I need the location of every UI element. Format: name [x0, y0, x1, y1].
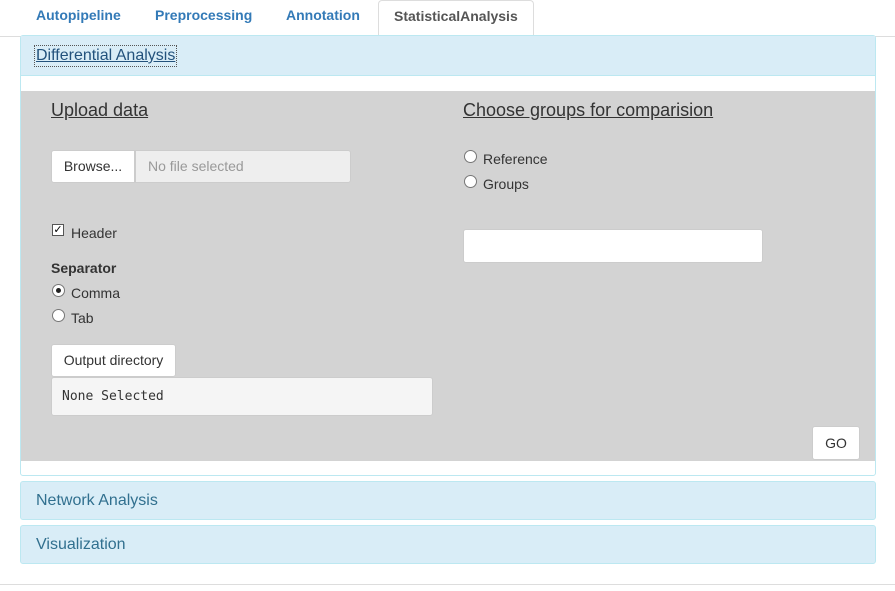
separator-comma-radio[interactable]: [52, 284, 65, 297]
visualization-toggle[interactable]: Visualization: [36, 536, 126, 554]
tab-autopipeline[interactable]: Autopipeline: [36, 0, 121, 36]
groups-radio[interactable]: [464, 175, 477, 188]
groups-text-input[interactable]: [463, 229, 763, 263]
separator-comma-label: Comma: [71, 285, 121, 301]
visualization-panel[interactable]: Visualization: [20, 525, 876, 564]
output-directory-display: None Selected: [51, 377, 433, 416]
file-name-display: No file selected: [135, 150, 351, 183]
header-label: Header: [71, 225, 117, 241]
footer-divider: [0, 584, 895, 585]
groups-label: Groups: [483, 176, 529, 192]
separator-label: Separator: [51, 260, 117, 276]
separator-tab-label: Tab: [71, 310, 94, 326]
separator-tab-radio[interactable]: [52, 309, 65, 322]
choose-groups-title: Choose groups for comparision: [463, 100, 714, 120]
output-directory-button[interactable]: Output directory: [51, 344, 176, 377]
network-analysis-toggle[interactable]: Network Analysis: [36, 492, 158, 510]
header-checkbox[interactable]: ✓: [52, 224, 64, 236]
tab-annotation[interactable]: Annotation: [286, 0, 360, 36]
differential-analysis-header: Differential Analysis: [21, 36, 875, 76]
tab-bar: Autopipeline Preprocessing Annotation St…: [0, 0, 895, 37]
upload-data-title: Upload data: [51, 100, 149, 120]
tab-preprocessing[interactable]: Preprocessing: [155, 0, 252, 36]
differential-analysis-toggle[interactable]: Differential Analysis: [33, 45, 178, 67]
reference-radio[interactable]: [464, 150, 477, 163]
tab-statistical-analysis[interactable]: StatisticalAnalysis: [378, 0, 534, 37]
browse-button[interactable]: Browse...: [51, 150, 135, 183]
network-analysis-panel[interactable]: Network Analysis: [20, 481, 876, 520]
reference-label: Reference: [483, 151, 548, 167]
go-button[interactable]: GO: [812, 426, 860, 460]
